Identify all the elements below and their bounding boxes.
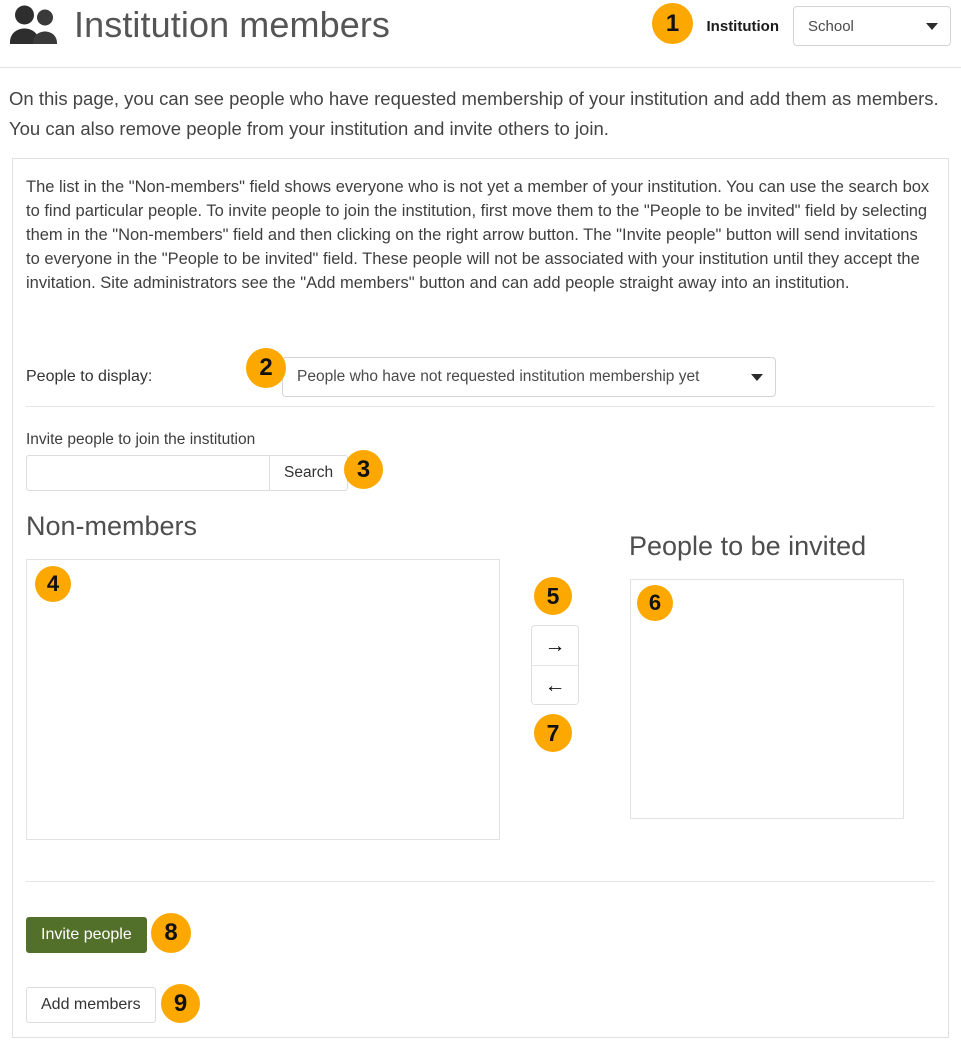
callout-badge-8: 8: [151, 913, 191, 953]
add-members-button[interactable]: Add members: [26, 987, 156, 1023]
callout-badge-5: 5: [534, 577, 572, 615]
search-section: Invite people to join the institution Se…: [26, 431, 349, 491]
section-divider-bottom: [26, 881, 934, 882]
people-to-display-value: People who have not requested institutio…: [297, 368, 700, 385]
people-to-display-select[interactable]: People who have not requested institutio…: [282, 357, 776, 397]
search-input[interactable]: [26, 455, 269, 491]
move-right-button[interactable]: →: [532, 626, 578, 665]
chevron-down-icon: [751, 374, 763, 381]
move-left-button[interactable]: ←: [532, 665, 578, 704]
callout-badge-4: 4: [35, 566, 71, 602]
search-group: Search: [26, 455, 349, 491]
nonmembers-heading: Non-members: [26, 511, 198, 541]
page-description: On this page, you can see people who hav…: [9, 88, 939, 139]
callout-badge-7: 7: [534, 714, 572, 752]
callout-badge-9: 9: [161, 984, 200, 1023]
nonmembers-listbox[interactable]: [26, 559, 500, 840]
callout-badge-1: 1: [652, 3, 693, 44]
people-to-display-label: People to display:: [26, 368, 153, 385]
panel-help-text: The list in the "Non-members" field show…: [26, 178, 930, 292]
invite-people-button[interactable]: Invite people: [26, 917, 147, 953]
institution-select-value: School: [808, 17, 854, 35]
people-to-be-invited-listbox[interactable]: [630, 579, 904, 819]
search-label: Invite people to join the institution: [26, 431, 256, 448]
people-to-be-invited-heading: People to be invited: [629, 531, 867, 561]
callout-badge-6: 6: [637, 585, 673, 621]
institution-select[interactable]: School: [793, 6, 951, 46]
search-button[interactable]: Search: [269, 455, 349, 491]
users-icon: [8, 3, 60, 47]
chevron-down-icon: [926, 23, 938, 30]
section-divider-top: [26, 406, 934, 407]
callout-badge-2: 2: [246, 348, 286, 388]
callout-badge-3: 3: [344, 450, 383, 489]
header-divider: [0, 67, 961, 68]
institution-members-page: Institution members Institution School O…: [0, 0, 961, 1048]
transfer-buttons: → ←: [531, 625, 579, 705]
members-panel: The list in the "Non-members" field show…: [12, 158, 949, 1038]
page-header-left: Institution members: [8, 3, 390, 47]
page-title: Institution members: [74, 4, 391, 45]
page-header: Institution members Institution School: [0, 0, 961, 68]
people-to-display-row: People to display: People who have not r…: [26, 357, 776, 397]
institution-selector-group: Institution School: [705, 6, 951, 46]
institution-label: Institution: [706, 17, 779, 35]
